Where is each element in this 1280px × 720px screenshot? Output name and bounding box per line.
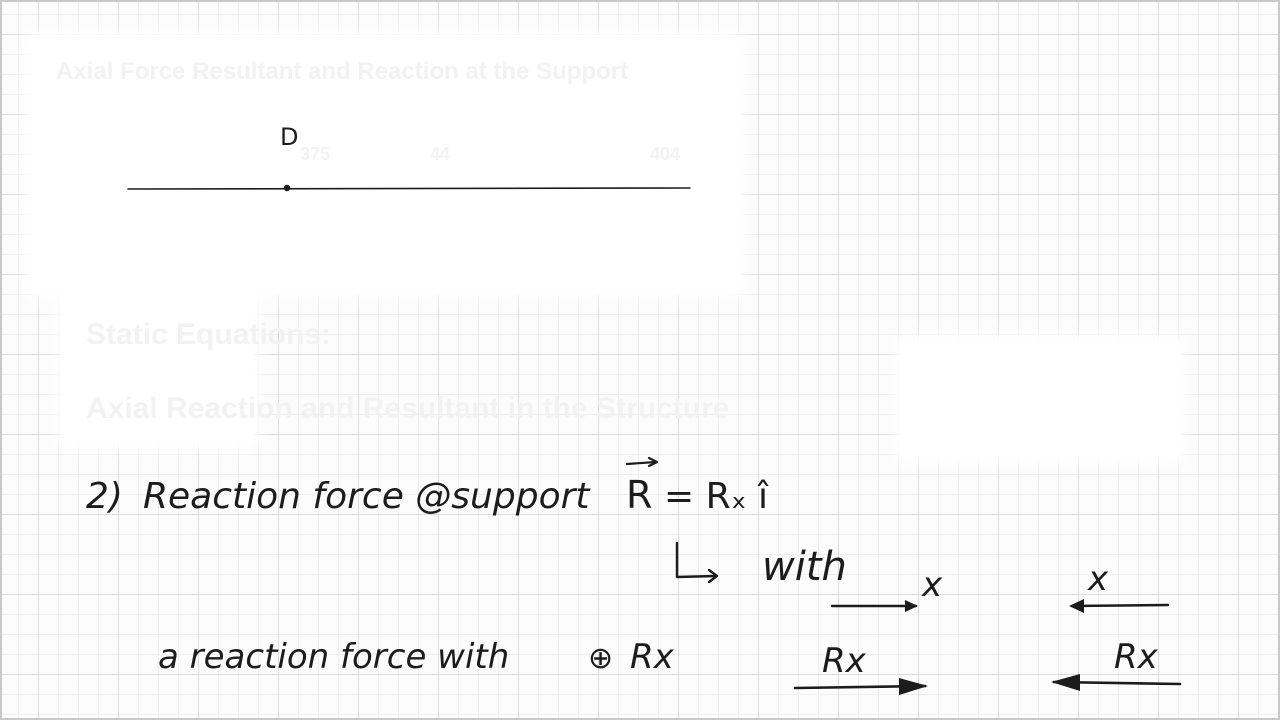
axis-right-arrowhead [1069, 599, 1084, 613]
force-left-label: Rx [822, 641, 867, 681]
reaction-text: a reaction force with [158, 637, 509, 677]
force-left-arrowhead [899, 678, 928, 695]
reaction-heading: Reaction force @support [143, 476, 591, 517]
beam-point-d [283, 184, 291, 192]
axis-right-label: x [1087, 559, 1109, 599]
with-label: with [762, 544, 847, 590]
item-number: 2) [86, 476, 123, 517]
drawing-layer: D 2) Reaction force @support R = Rₓ î wi… [86, 123, 1182, 695]
force-right-arrowhead [1051, 674, 1080, 691]
axis-left-arrowhead [905, 600, 918, 612]
vector-symbol: R [626, 473, 652, 517]
force-right-label: Rx [1114, 637, 1159, 677]
beam-point-label: D [280, 123, 298, 151]
equation-rhs: = Rₓ î [664, 476, 769, 517]
axis-right-arrow [1070, 603, 1170, 608]
plus-circle-symbol: ⊕ [588, 641, 613, 676]
beam-line [127, 187, 691, 190]
reaction-variable: Rx [630, 637, 675, 677]
axis-left-label: x [921, 565, 943, 605]
